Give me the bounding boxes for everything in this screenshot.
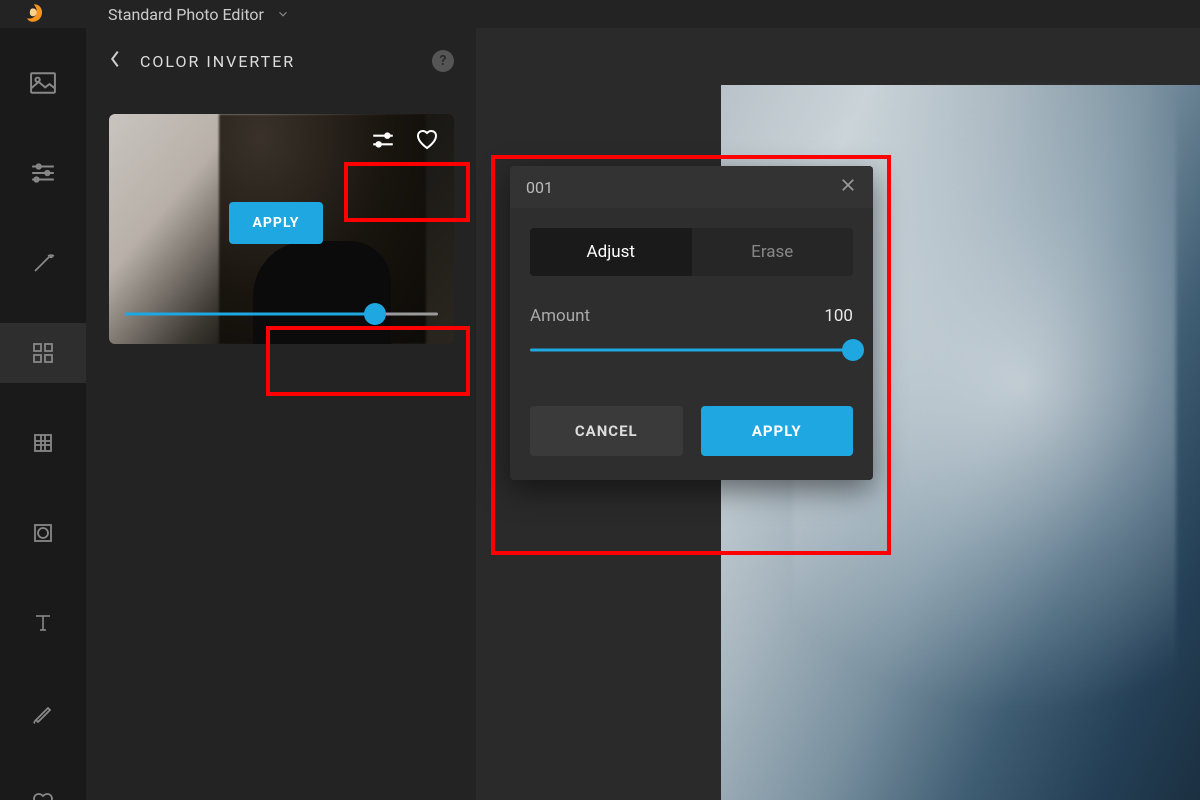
heart-icon [414,128,440,152]
tab-adjust[interactable]: Adjust [530,228,692,276]
back-button[interactable] [108,48,122,74]
crop-icon [31,431,55,455]
text-icon [31,611,55,635]
grid-icon [31,341,55,365]
favorite-button[interactable] [414,128,440,156]
rail-heart[interactable] [0,773,86,800]
rail-shape[interactable] [0,503,86,563]
rail-presets[interactable] [0,323,86,383]
app-logo [20,0,48,28]
popover-tabs: Adjust Erase [530,228,853,276]
tab-erase[interactable]: Erase [692,228,854,276]
top-bar: Standard Photo Editor [0,0,1200,28]
close-icon [839,176,857,194]
shape-icon [31,521,55,545]
adjust-popover: 001 Adjust Erase Amount 100 CANCEL APPLY [510,166,873,480]
rail-wand[interactable] [0,233,86,293]
chevron-down-icon [276,7,290,21]
heart-icon [31,791,55,800]
close-button[interactable] [839,176,857,198]
tune-button[interactable] [370,129,396,155]
popover-id: 001 [526,178,553,197]
amount-label: Amount [530,306,590,326]
thumbnail-apply-button[interactable]: APPLY [229,202,324,244]
rail-image[interactable] [0,53,86,113]
rail-adjust[interactable] [0,143,86,203]
tune-icon [370,129,396,151]
cancel-button[interactable]: CANCEL [530,406,683,456]
rail-text[interactable] [0,593,86,653]
brush-icon [31,701,55,725]
amount-slider[interactable] [530,338,853,362]
rail-crop[interactable] [0,413,86,473]
thumbnail-strength-slider[interactable] [125,302,438,326]
tool-rail [0,28,86,800]
panel-title: COLOR INVERTER [140,52,414,71]
editor-mode-label: Standard Photo Editor [108,5,264,24]
rail-brush[interactable] [0,683,86,743]
magic-wand-icon [31,251,55,275]
image-icon [30,72,56,94]
sliders-icon [30,162,56,184]
apply-button[interactable]: APPLY [701,406,854,456]
settings-panel: COLOR INVERTER ? APPLY [86,28,476,800]
effect-thumbnail[interactable]: APPLY [109,114,454,344]
amount-value: 100 [824,306,853,326]
chevron-left-icon [108,48,122,70]
help-button[interactable]: ? [432,50,454,72]
editor-mode-dropdown[interactable]: Standard Photo Editor [108,5,290,24]
